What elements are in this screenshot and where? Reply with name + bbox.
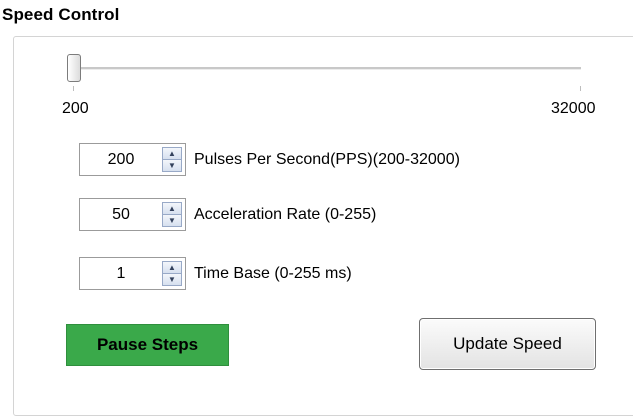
slider-tick-min [73,86,74,91]
spin-down-arrow-icon[interactable]: ▼ [162,160,182,172]
slider-max-label: 32000 [551,100,596,117]
time-base-input[interactable] [80,264,158,283]
pps-label: Pulses Per Second(PPS)(200-32000) [194,150,460,168]
time-base-spinbox[interactable]: ▲ ▼ [79,257,186,290]
acceleration-row: ▲ ▼ Acceleration Rate (0-255) [79,198,376,231]
slider-thumb[interactable] [67,54,81,82]
pause-steps-button[interactable]: Pause Steps [66,324,229,366]
spin-down-arrow-icon[interactable]: ▼ [162,274,182,286]
pps-row: ▲ ▼ Pulses Per Second(PPS)(200-32000) [79,143,460,176]
speed-slider[interactable] [67,50,587,94]
spin-up-arrow-icon[interactable]: ▲ [162,202,182,215]
pps-input[interactable] [80,150,158,169]
acceleration-input[interactable] [80,205,158,224]
acceleration-label: Acceleration Rate (0-255) [194,205,377,223]
time-base-spin-buttons: ▲ ▼ [162,261,182,286]
time-base-row: ▲ ▼ Time Base (0-255 ms) [79,257,352,290]
spin-up-arrow-icon[interactable]: ▲ [162,147,182,160]
slider-track[interactable] [73,67,581,70]
acceleration-spinbox[interactable]: ▲ ▼ [79,198,186,231]
speed-control-group-title: Speed Control [2,5,120,24]
acceleration-spin-buttons: ▲ ▼ [162,202,182,227]
slider-min-label: 200 [62,100,89,117]
time-base-label: Time Base (0-255 ms) [194,264,352,282]
pps-spinbox[interactable]: ▲ ▼ [79,143,186,176]
pps-spin-buttons: ▲ ▼ [162,147,182,172]
slider-tick-max [580,86,581,91]
spin-down-arrow-icon[interactable]: ▼ [162,215,182,227]
update-speed-button[interactable]: Update Speed [419,318,596,370]
spin-up-arrow-icon[interactable]: ▲ [162,261,182,274]
